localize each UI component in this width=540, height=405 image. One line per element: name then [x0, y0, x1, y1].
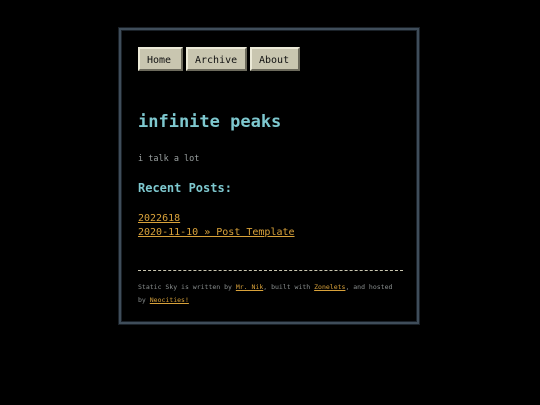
recent-posts-heading: Recent Posts: [138, 181, 232, 195]
zonelets-link[interactable]: Zonelets [314, 283, 345, 291]
page-frame: Home Archive About infinite peaks i talk… [119, 28, 419, 324]
site-title: infinite peaks [138, 112, 282, 132]
footer-text: , built with [263, 283, 315, 291]
list-item: 2020-11-10 » Post Template [138, 226, 295, 240]
nav-home-button[interactable]: Home [138, 47, 183, 71]
footer: Static Sky is written by Mr. Nik, built … [138, 281, 403, 307]
top-nav: Home Archive About [138, 47, 300, 71]
author-link[interactable]: Mr. Nik [236, 283, 263, 291]
nav-about-button[interactable]: About [250, 47, 300, 71]
neocities-link[interactable]: Neocities! [150, 296, 189, 304]
post-link-template[interactable]: 2020-11-10 » Post Template [138, 227, 295, 238]
nav-archive-button[interactable]: Archive [186, 47, 247, 71]
footer-divider [138, 270, 403, 271]
site-tagline: i talk a lot [138, 154, 200, 164]
list-item: 2022618 [138, 212, 295, 226]
footer-text: Static Sky is written by [138, 283, 236, 291]
recent-posts-list: 2022618 2020-11-10 » Post Template [138, 212, 295, 240]
post-link-2022618[interactable]: 2022618 [138, 213, 180, 224]
